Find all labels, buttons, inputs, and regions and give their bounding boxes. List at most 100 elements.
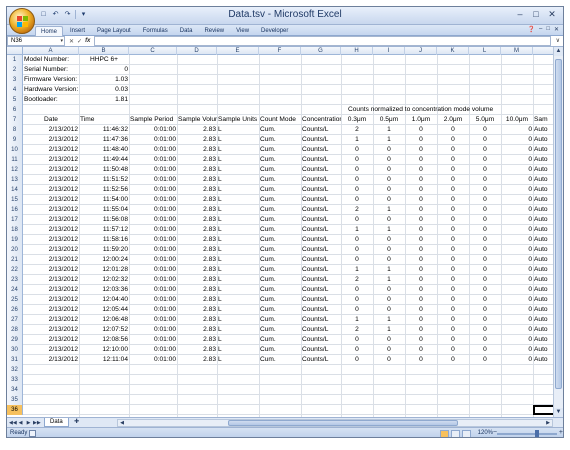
count-05-cell[interactable]: 0 bbox=[373, 295, 405, 305]
count-mode-cell[interactable]: Cum. bbox=[259, 255, 301, 265]
count-03-cell[interactable]: 0 bbox=[341, 245, 373, 255]
count-50-cell[interactable]: 0 bbox=[469, 305, 501, 315]
count-05-cell[interactable]: 0 bbox=[373, 255, 405, 265]
count-mode-cell[interactable]: Cum. bbox=[259, 285, 301, 295]
count-10-cell[interactable]: 0 bbox=[405, 315, 437, 325]
row-header[interactable]: 28 bbox=[7, 325, 23, 335]
scroll-up-icon[interactable]: ▲ bbox=[554, 47, 563, 56]
row-header[interactable]: 17 bbox=[7, 215, 23, 225]
count-100-cell[interactable]: 0 bbox=[501, 225, 533, 235]
sample-units-cell[interactable]: L bbox=[217, 305, 259, 315]
date-cell[interactable]: 2/13/2012 bbox=[23, 325, 79, 335]
column-label[interactable]: Sample Units bbox=[217, 115, 259, 125]
count-05-cell[interactable]: 0 bbox=[373, 195, 405, 205]
row-header[interactable]: 20 bbox=[7, 245, 23, 255]
date-cell[interactable]: 2/13/2012 bbox=[23, 275, 79, 285]
concentration-cell[interactable]: Counts/L bbox=[301, 245, 341, 255]
sample-units-cell[interactable]: L bbox=[217, 155, 259, 165]
row-header[interactable]: 10 bbox=[7, 145, 23, 155]
sample-units-cell[interactable]: L bbox=[217, 135, 259, 145]
sample-mode-cell[interactable]: Auto bbox=[533, 285, 555, 295]
tab-formulas[interactable]: Formulas bbox=[138, 26, 173, 36]
column-header-m[interactable]: M bbox=[501, 47, 533, 55]
count-03-cell[interactable]: 0 bbox=[341, 285, 373, 295]
time-cell[interactable]: 11:59:20 bbox=[79, 245, 129, 255]
concentration-cell[interactable]: Counts/L bbox=[301, 235, 341, 245]
sample-volume-cell[interactable]: 2.83 bbox=[177, 355, 217, 365]
time-cell[interactable]: 12:08:56 bbox=[79, 335, 129, 345]
sheet-tab-data[interactable]: Data bbox=[44, 418, 69, 427]
concentration-cell[interactable]: Counts/L bbox=[301, 315, 341, 325]
sample-units-cell[interactable]: L bbox=[217, 325, 259, 335]
date-cell[interactable]: 2/13/2012 bbox=[23, 175, 79, 185]
time-cell[interactable]: 11:47:36 bbox=[79, 135, 129, 145]
sample-units-cell[interactable]: L bbox=[217, 355, 259, 365]
count-100-cell[interactable]: 0 bbox=[501, 305, 533, 315]
sample-period-cell[interactable]: 0:01:00 bbox=[129, 125, 177, 135]
sample-period-cell[interactable]: 0:01:00 bbox=[129, 155, 177, 165]
time-cell[interactable]: 11:57:12 bbox=[79, 225, 129, 235]
concentration-cell[interactable]: Counts/L bbox=[301, 295, 341, 305]
sample-mode-cell[interactable]: Auto bbox=[533, 315, 555, 325]
date-cell[interactable]: 2/13/2012 bbox=[23, 125, 79, 135]
sample-volume-cell[interactable]: 2.83 bbox=[177, 205, 217, 215]
count-20-cell[interactable]: 0 bbox=[437, 325, 469, 335]
zoom-level[interactable]: 120% bbox=[478, 430, 493, 436]
count-50-cell[interactable]: 0 bbox=[469, 345, 501, 355]
column-label[interactable]: Time bbox=[79, 115, 129, 125]
tab-review[interactable]: Review bbox=[199, 26, 229, 36]
row-header[interactable]: 25 bbox=[7, 295, 23, 305]
first-sheet-icon[interactable]: ◀◀ bbox=[9, 420, 17, 426]
sample-period-cell[interactable]: 0:01:00 bbox=[129, 235, 177, 245]
column-label[interactable]: Count Mode bbox=[259, 115, 301, 125]
sample-units-cell[interactable]: L bbox=[217, 295, 259, 305]
count-50-cell[interactable]: 0 bbox=[469, 315, 501, 325]
count-100-cell[interactable]: 0 bbox=[501, 235, 533, 245]
count-100-cell[interactable]: 0 bbox=[501, 315, 533, 325]
column-header-h[interactable]: H bbox=[341, 47, 373, 55]
count-03-cell[interactable]: 0 bbox=[341, 175, 373, 185]
column-header-c[interactable]: C bbox=[129, 47, 177, 55]
row-header[interactable]: 30 bbox=[7, 345, 23, 355]
count-mode-cell[interactable]: Cum. bbox=[259, 345, 301, 355]
count-03-cell[interactable]: 0 bbox=[341, 195, 373, 205]
count-50-cell[interactable]: 0 bbox=[469, 255, 501, 265]
count-20-cell[interactable]: 0 bbox=[437, 235, 469, 245]
concentration-cell[interactable]: Counts/L bbox=[301, 225, 341, 235]
count-03-cell[interactable]: 0 bbox=[341, 345, 373, 355]
count-100-cell[interactable]: 0 bbox=[501, 185, 533, 195]
count-100-cell[interactable]: 0 bbox=[501, 265, 533, 275]
count-03-cell[interactable]: 1 bbox=[341, 225, 373, 235]
horizontal-scroll-thumb[interactable] bbox=[228, 420, 458, 426]
row-header[interactable]: 14 bbox=[7, 185, 23, 195]
count-10-cell[interactable]: 0 bbox=[405, 285, 437, 295]
count-50-cell[interactable]: 0 bbox=[469, 275, 501, 285]
sample-period-cell[interactable]: 0:01:00 bbox=[129, 255, 177, 265]
tab-view[interactable]: View bbox=[231, 26, 254, 36]
column-header-g[interactable]: G bbox=[301, 47, 341, 55]
sample-volume-cell[interactable]: 2.83 bbox=[177, 275, 217, 285]
row-header[interactable]: 21 bbox=[7, 255, 23, 265]
count-100-cell[interactable]: 0 bbox=[501, 335, 533, 345]
sample-period-cell[interactable]: 0:01:00 bbox=[129, 325, 177, 335]
count-05-cell[interactable]: 1 bbox=[373, 265, 405, 275]
count-100-cell[interactable]: 0 bbox=[501, 205, 533, 215]
sample-period-cell[interactable]: 0:01:00 bbox=[129, 145, 177, 155]
row-header[interactable]: 35 bbox=[7, 395, 23, 405]
date-cell[interactable]: 2/13/2012 bbox=[23, 305, 79, 315]
count-03-cell[interactable]: 0 bbox=[341, 145, 373, 155]
count-50-cell[interactable]: 0 bbox=[469, 295, 501, 305]
date-cell[interactable]: 2/13/2012 bbox=[23, 135, 79, 145]
date-cell[interactable]: 2/13/2012 bbox=[23, 285, 79, 295]
count-50-cell[interactable]: 0 bbox=[469, 225, 501, 235]
count-50-cell[interactable]: 0 bbox=[469, 165, 501, 175]
count-20-cell[interactable]: 0 bbox=[437, 215, 469, 225]
count-10-cell[interactable]: 0 bbox=[405, 345, 437, 355]
count-100-cell[interactable]: 0 bbox=[501, 145, 533, 155]
sample-units-cell[interactable]: L bbox=[217, 285, 259, 295]
sample-mode-cell[interactable]: Auto bbox=[533, 175, 555, 185]
time-cell[interactable]: 11:56:08 bbox=[79, 215, 129, 225]
time-cell[interactable]: 11:46:32 bbox=[79, 125, 129, 135]
sample-volume-cell[interactable]: 2.83 bbox=[177, 135, 217, 145]
date-cell[interactable]: 2/13/2012 bbox=[23, 355, 79, 365]
